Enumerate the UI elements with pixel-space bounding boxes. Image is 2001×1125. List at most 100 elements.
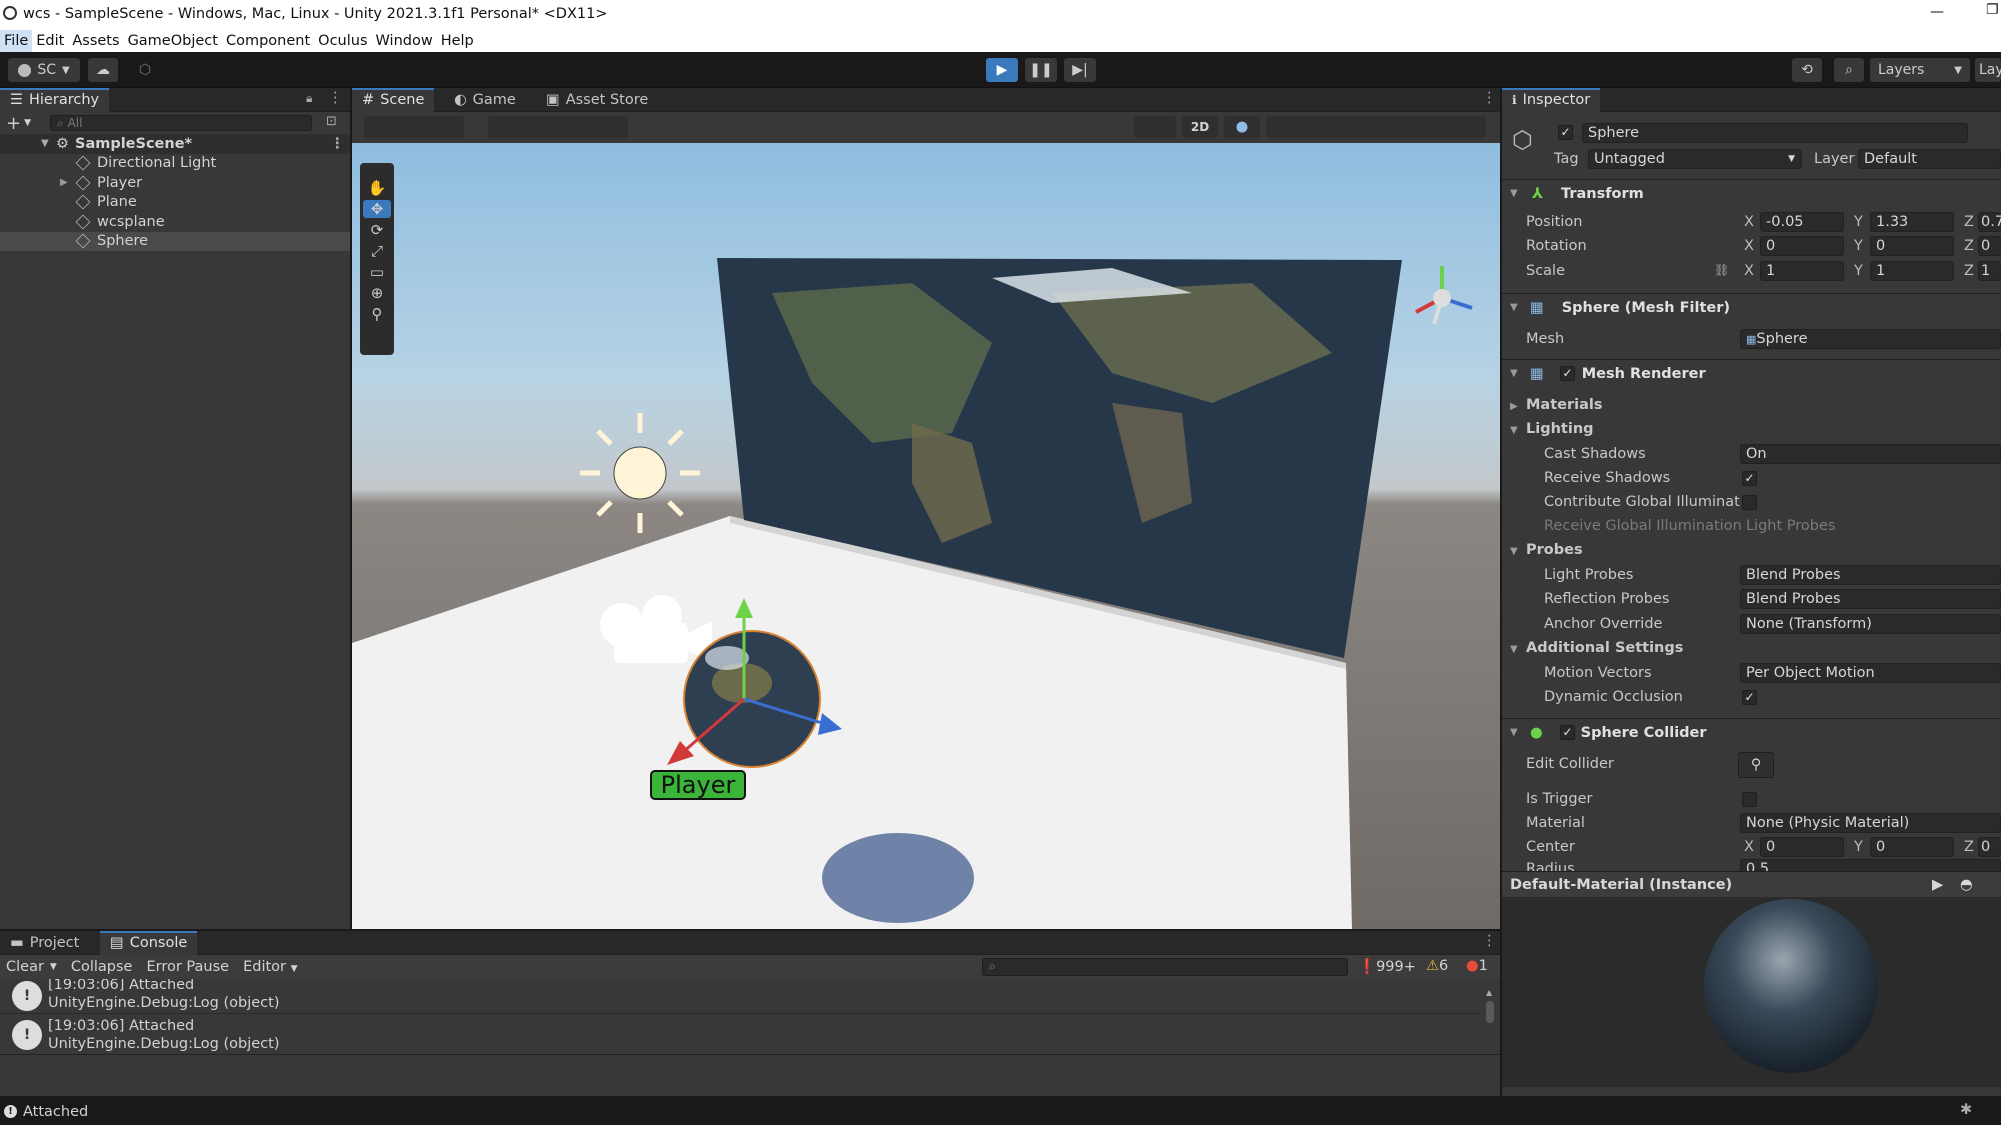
error-count-toggle[interactable]: ●1: [1466, 958, 1488, 974]
kebab-menu-icon[interactable]: ⋮: [1482, 90, 1497, 106]
restore-icon[interactable]: ❐: [1986, 2, 1999, 18]
search-button[interactable]: ⌕: [1834, 58, 1864, 82]
debug-icon[interactable]: ✱: [1960, 1102, 1972, 1118]
scene-row[interactable]: ▼ ⚙ SampleScene* ⋮: [0, 134, 350, 154]
lighting-label[interactable]: Lighting: [1526, 421, 1594, 437]
fold-icon[interactable]: ▼: [1510, 644, 1518, 655]
lock-icon[interactable]: 🔒︎: [306, 91, 312, 106]
menu-assets[interactable]: Assets: [68, 30, 123, 52]
rotation-x-field[interactable]: 0: [1760, 236, 1844, 256]
tab-asset-store[interactable]: ▣ Asset Store: [536, 88, 658, 112]
move-tool-icon[interactable]: ✥: [363, 200, 391, 218]
console-scrollbar[interactable]: ▲: [1486, 983, 1496, 1049]
reflection-probes-dropdown[interactable]: Blend Probes: [1740, 589, 2001, 609]
play-button[interactable]: ▶: [986, 58, 1018, 82]
scene-view-options[interactable]: [1266, 116, 1486, 138]
menu-window[interactable]: Window: [372, 30, 437, 52]
expand-icon[interactable]: ▶: [60, 177, 68, 188]
scene-viewport[interactable]: ✋ ✥ ⟳ ⤢ ▭ ⊕ ⚲ Player: [352, 143, 1500, 929]
menu-component[interactable]: Component: [222, 30, 314, 52]
tab-inspector[interactable]: ℹ Inspector: [1502, 88, 1601, 112]
center-x-field[interactable]: 0: [1760, 837, 1844, 857]
hand-tool-icon[interactable]: ✋: [368, 179, 387, 197]
position-z-field[interactable]: 0.7: [1978, 212, 2001, 232]
hierarchy-item[interactable]: wcsplane: [0, 212, 350, 232]
anchor-override-field[interactable]: None (Transform): [1740, 614, 2001, 634]
rotation-y-field[interactable]: 0: [1870, 236, 1954, 256]
enabled-checkbox[interactable]: ✓: [1560, 725, 1575, 740]
console-log-list[interactable]: ! [19:03:06] Attached UnityEngine.Debug:…: [0, 979, 1500, 1054]
hierarchy-item[interactable]: ▶ Player: [0, 173, 350, 193]
scale-x-field[interactable]: 1: [1760, 261, 1844, 281]
history-button[interactable]: ⟲: [1792, 58, 1822, 82]
menu-oculus[interactable]: Oculus: [314, 30, 371, 52]
chevron-down-icon[interactable]: ▼: [50, 962, 57, 972]
materials-label[interactable]: Materials: [1526, 397, 1603, 413]
error-pause-button[interactable]: Error Pause: [146, 959, 229, 975]
add-icon[interactable]: +: [6, 113, 21, 134]
light-probes-dropdown[interactable]: Blend Probes: [1740, 565, 2001, 585]
hierarchy-search[interactable]: ⌕ All: [50, 115, 312, 131]
menu-help[interactable]: Help: [437, 30, 478, 52]
custom-tool-icon[interactable]: ⚲: [372, 305, 383, 323]
hierarchy-item[interactable]: Plane: [0, 193, 350, 213]
pause-button[interactable]: ❚❚: [1025, 58, 1057, 82]
hierarchy-item[interactable]: Directional Light: [0, 154, 350, 174]
account-dropdown[interactable]: SC ▼: [8, 58, 80, 82]
position-x-field[interactable]: -0.05: [1760, 212, 1844, 232]
gizmo-tools-group[interactable]: [364, 116, 464, 138]
layout-dropdown[interactable]: Lay: [1975, 58, 2001, 82]
expand-icon[interactable]: ▼: [41, 138, 49, 149]
enabled-checkbox[interactable]: ✓: [1560, 366, 1575, 381]
tab-game[interactable]: ◐ Game: [444, 88, 526, 112]
warning-count-toggle[interactable]: ⚠6: [1426, 958, 1448, 974]
layers-dropdown[interactable]: Layers ▼: [1870, 58, 1970, 82]
clear-button[interactable]: Clear: [6, 959, 44, 975]
mesh-field[interactable]: ▦Sphere: [1740, 329, 2001, 349]
kebab-menu-icon[interactable]: ⋮: [1482, 933, 1497, 949]
transform-header[interactable]: ▼ ⅄ Transform: [1502, 179, 2001, 207]
chevron-down-icon[interactable]: ▼: [24, 118, 31, 128]
log-entry[interactable]: ! [19:03:06] Attached UnityEngine.Debug:…: [0, 979, 1480, 1013]
menu-edit[interactable]: Edit: [32, 30, 68, 52]
fold-icon[interactable]: ▼: [1510, 425, 1518, 436]
tab-project[interactable]: ▬ Project: [0, 931, 89, 955]
rotate-tool-icon[interactable]: ⟳: [371, 221, 384, 239]
edit-collider-button[interactable]: ⚲: [1738, 752, 1774, 778]
hierarchy-item-selected[interactable]: Sphere: [0, 231, 350, 251]
is-trigger-checkbox[interactable]: [1742, 792, 1757, 807]
kebab-menu-icon[interactable]: ⋮: [330, 136, 345, 152]
play-preview-icon[interactable]: ▶: [1932, 872, 1943, 898]
motion-vectors-dropdown[interactable]: Per Object Motion: [1740, 663, 2001, 683]
rotation-z-field[interactable]: 0: [1978, 236, 2001, 256]
search-scene-icon[interactable]: ⊡: [326, 114, 337, 129]
position-y-field[interactable]: 1.33: [1870, 212, 1954, 232]
step-button[interactable]: ▶|: [1064, 58, 1096, 82]
menu-gameobject[interactable]: GameObject: [124, 30, 222, 52]
radius-field[interactable]: 0.5: [1740, 859, 2001, 871]
center-z-field[interactable]: 0: [1978, 837, 2001, 857]
tag-dropdown[interactable]: Untagged ▼: [1588, 149, 1802, 169]
rect-tool-icon[interactable]: ▭: [370, 263, 384, 281]
mesh-filter-header[interactable]: ▼ ▦ Sphere (Mesh Filter): [1502, 293, 2001, 321]
dynamic-occlusion-checkbox[interactable]: ✓: [1742, 690, 1757, 705]
minimize-icon[interactable]: —: [1930, 4, 1944, 20]
tab-hierarchy[interactable]: ☰ Hierarchy: [0, 88, 110, 112]
cast-shadows-dropdown[interactable]: On: [1740, 444, 2001, 464]
tab-console[interactable]: ▤ Console: [100, 931, 198, 955]
collab-button[interactable]: ⬡: [130, 58, 160, 82]
editor-dropdown[interactable]: Editor ▼: [243, 959, 297, 975]
additional-settings-label[interactable]: Additional Settings: [1526, 640, 1683, 656]
tab-scene[interactable]: # Scene: [352, 88, 435, 112]
physic-material-field[interactable]: None (Physic Material): [1740, 813, 2001, 833]
receive-shadows-checkbox[interactable]: ✓: [1742, 471, 1757, 486]
center-y-field[interactable]: 0: [1870, 837, 1954, 857]
transform-tool-icon[interactable]: ⊕: [371, 284, 384, 302]
lighting-toggle[interactable]: ●: [1224, 116, 1260, 138]
toggle-2d-button[interactable]: 2D: [1182, 116, 1218, 138]
collapse-button[interactable]: Collapse: [71, 959, 133, 975]
cloud-button[interactable]: ☁: [88, 58, 118, 82]
layer-dropdown[interactable]: Default: [1858, 149, 2001, 169]
scale-y-field[interactable]: 1: [1870, 261, 1954, 281]
link-scale-icon[interactable]: ⛓: [1714, 263, 1729, 277]
